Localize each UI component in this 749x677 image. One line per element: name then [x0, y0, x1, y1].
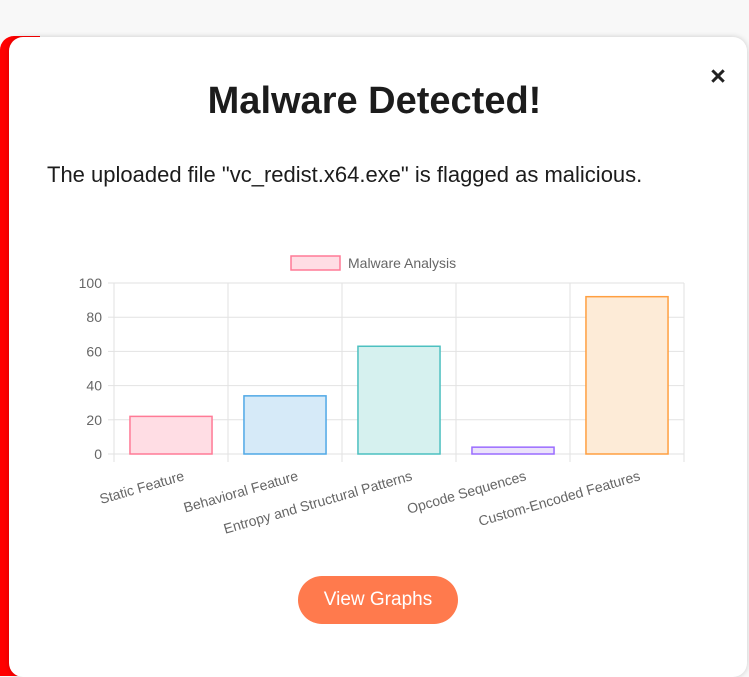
- modal-title: Malware Detected!: [207, 80, 542, 122]
- bar-custom-encoded-features[interactable]: [585, 295, 669, 455]
- y-tick-label: 0: [94, 446, 102, 462]
- bar-opcode-sequences[interactable]: [471, 446, 555, 455]
- x-tick-label: Entropy and Structural Patterns: [222, 468, 414, 537]
- x-tick-label: Static Feature: [98, 467, 186, 506]
- legend-swatch: [290, 255, 341, 271]
- legend-label[interactable]: Malware Analysis: [348, 255, 456, 271]
- detection-message: The uploaded file "vc_redist.x64.exe" is…: [47, 162, 643, 187]
- bar-static-feature[interactable]: [129, 415, 213, 455]
- y-tick-label: 20: [86, 412, 102, 428]
- malware-analysis-chart: 020406080100Static FeatureBehavioral Fea…: [79, 255, 685, 537]
- y-tick-label: 60: [86, 343, 102, 359]
- view-graphs-button[interactable]: View Graphs: [298, 576, 458, 624]
- bar-entropy-and-structural-patterns[interactable]: [357, 345, 441, 455]
- y-tick-label: 40: [86, 378, 102, 394]
- y-tick-label: 100: [79, 275, 103, 291]
- bar-behavioral-feature[interactable]: [243, 395, 327, 455]
- y-tick-label: 80: [86, 309, 102, 325]
